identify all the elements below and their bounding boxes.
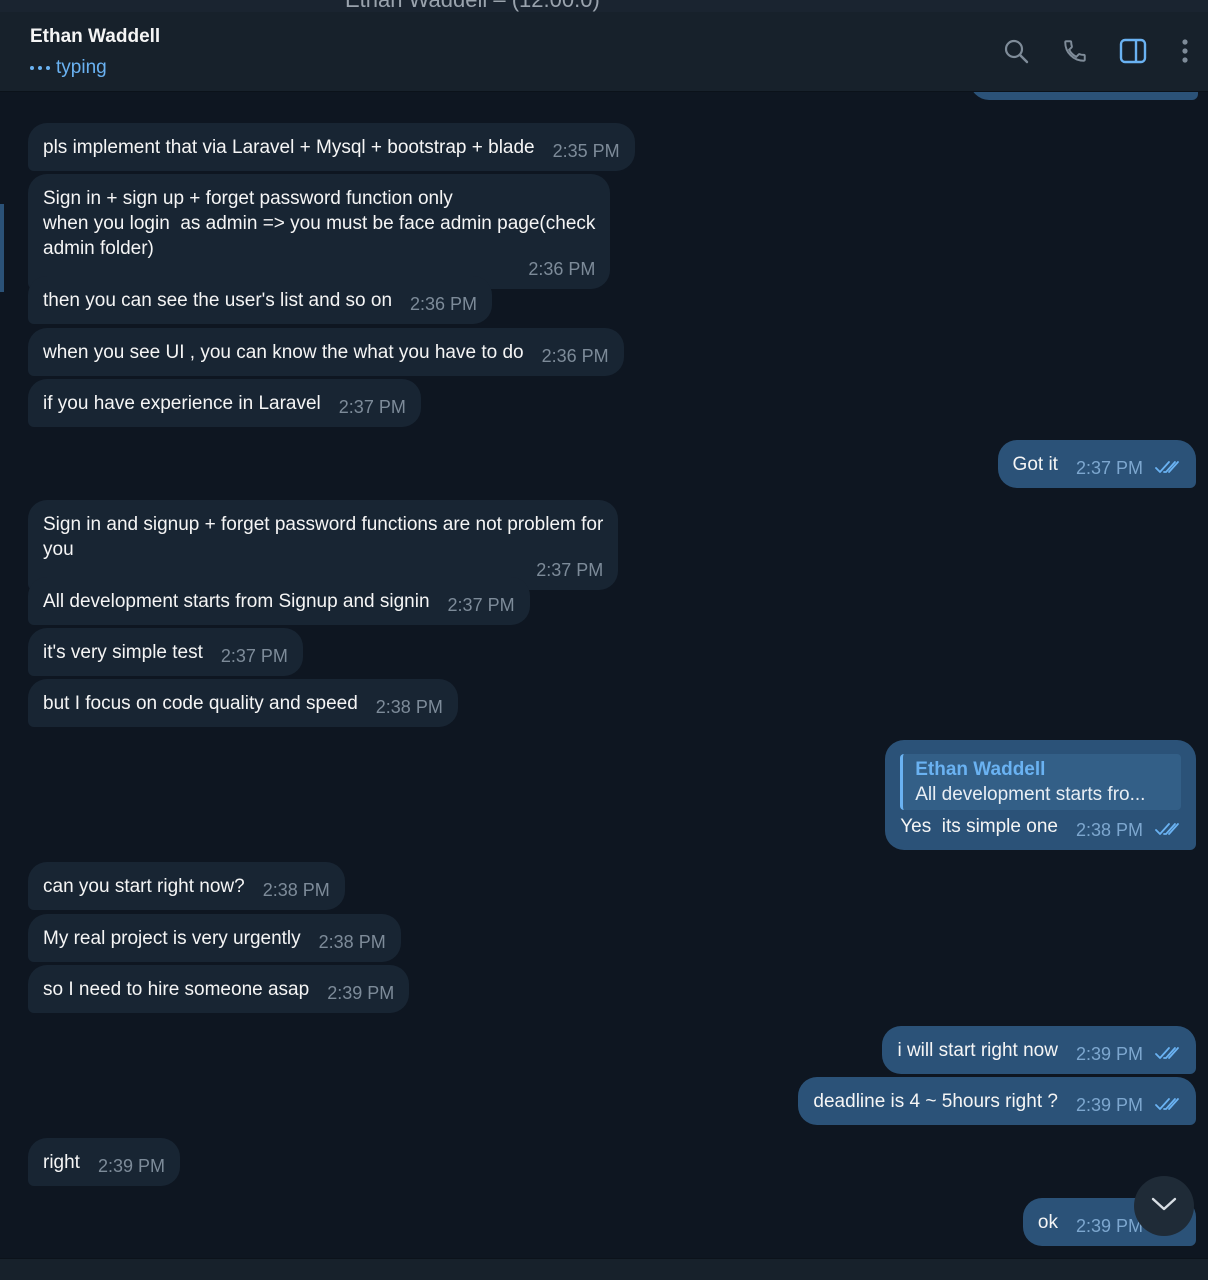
message-time: 2:39 PM [97, 1156, 166, 1176]
message-text: Sign in + sign up + forget password func… [43, 188, 596, 259]
message-meta: 2:39 PM [1076, 1044, 1181, 1064]
incoming-message[interactable]: Sign in + sign up + forget password func… [28, 174, 611, 289]
message-text: if you have experience in Laravel [43, 393, 321, 414]
message-time: 2:38 PM [375, 697, 443, 717]
typing-dots-icon [30, 66, 50, 70]
message-time: 2:37 PM [220, 646, 288, 666]
message-text: can you start right now? [43, 876, 245, 897]
outgoing-message[interactable]: i will start right now 2:39 PM [882, 1026, 1196, 1074]
scroll-down-button[interactable] [1134, 1176, 1194, 1236]
message-text: i will start right now [897, 1040, 1058, 1061]
message-time: 2:37 PM [1075, 458, 1143, 478]
message-time: 2:39 PM [1075, 1095, 1143, 1115]
message-meta: 2:35 PM [553, 141, 620, 161]
message-time: 2:38 PM [318, 932, 386, 952]
message-meta: 2:37 PM [339, 397, 406, 417]
message-meta: 2:38 PM [263, 880, 330, 900]
message-meta: 2:39 PM [98, 1156, 165, 1176]
search-icon[interactable] [1001, 36, 1031, 66]
message-text: when you see UI , you can know the what … [43, 342, 524, 363]
message-time: 2:39 PM [1075, 1044, 1143, 1064]
phone-icon[interactable] [1060, 36, 1090, 66]
outgoing-message[interactable]: Ethan Waddell All development starts fro.… [885, 740, 1196, 850]
message-time: 2:37 PM [536, 560, 604, 580]
message-time: 2:38 PM [1075, 820, 1143, 840]
reply-quote[interactable]: Ethan Waddell All development starts fro.… [900, 754, 1181, 810]
message-meta: 2:38 PM [319, 932, 386, 952]
message-meta: 2:37 PM [448, 595, 515, 615]
chat-header: Ethan Waddell typing [0, 12, 1208, 92]
message-text: so I need to hire someone asap [43, 979, 310, 1000]
message-text: but I focus on code quality and speed [43, 693, 358, 714]
message-text: deadline is 4 ~ 5hours right ? [813, 1091, 1058, 1112]
message-time: 2:37 PM [447, 595, 515, 615]
read-check-icon [1155, 1044, 1181, 1064]
message-time: 2:39 PM [327, 983, 395, 1003]
message-time: 2:35 PM [552, 141, 620, 161]
incoming-message[interactable]: so I need to hire someone asap 2:39 PM [28, 965, 410, 1013]
outgoing-message[interactable]: Got it 2:37 PM [997, 440, 1196, 488]
message-meta: 2:39 PM [327, 983, 394, 1003]
message-meta: 2:36 PM [542, 346, 609, 366]
window-title-bar: Ethan Waddell – (12.00.0) [0, 0, 1208, 12]
message-text: right [43, 1152, 80, 1173]
incoming-message[interactable]: when you see UI , you can know the what … [28, 328, 624, 376]
message-meta: 2:39 PM [1076, 1095, 1181, 1115]
reply-author: Ethan Waddell [915, 759, 1046, 780]
message-time: 2:37 PM [338, 397, 406, 417]
incoming-message[interactable]: then you can see the user's list and so … [28, 276, 493, 324]
message-text: pls implement that via Laravel + Mysql +… [43, 137, 535, 158]
read-check-icon [1155, 1095, 1181, 1115]
outgoing-message[interactable]: deadline is 4 ~ 5hours right ? 2:39 PM [798, 1077, 1196, 1125]
incoming-message[interactable]: pls implement that via Laravel + Mysql +… [28, 123, 635, 171]
incoming-message[interactable]: All development starts from Signup and s… [28, 577, 530, 625]
telegram-window: Ethan Waddell – (12.00.0) Ethan Waddell … [0, 0, 1208, 1280]
typing-status: typing [30, 57, 107, 79]
message-time: 2:36 PM [541, 346, 609, 366]
incoming-message[interactable]: if you have experience in Laravel 2:37 PM [28, 379, 421, 427]
reply-text: All development starts fro... [915, 784, 1146, 805]
message-meta: 2:37 PM [221, 646, 288, 666]
message-text: it's very simple test [43, 642, 203, 663]
message-text: Got it [1012, 454, 1058, 475]
message-time: 2:36 PM [410, 294, 478, 314]
incoming-message[interactable]: right 2:39 PM [28, 1138, 181, 1186]
contact-name[interactable]: Ethan Waddell [30, 26, 160, 48]
message-text: All development starts from Signup and s… [43, 591, 430, 612]
outgoing-message[interactable]: checking2:34 PM [969, 92, 1198, 100]
message-meta: 2:37 PM [1076, 458, 1181, 478]
message-time: 2:38 PM [262, 880, 330, 900]
message-text: My real project is very urgently [43, 928, 301, 949]
message-meta: 2:36 PM [410, 294, 477, 314]
sidebar-toggle-icon[interactable] [1118, 36, 1148, 66]
more-vert-icon[interactable] [1170, 36, 1200, 66]
message-time: 2:36 PM [528, 259, 596, 279]
message-meta: 2:38 PM [376, 697, 443, 717]
incoming-message[interactable]: can you start right now? 2:38 PM [28, 862, 345, 910]
chevron-down-icon [1150, 1196, 1178, 1217]
incoming-message[interactable]: My real project is very urgently 2:38 PM [28, 914, 401, 962]
message-list[interactable]: checking2:34 PM pls implement that via La… [0, 92, 1208, 1256]
message-text: Sign in and signup + forget password fun… [43, 514, 604, 560]
message-text: then you can see the user's list and so … [43, 290, 393, 311]
message-text: Yes its simple one [900, 816, 1058, 837]
message-time: 2:39 PM [1075, 1216, 1143, 1236]
incoming-message[interactable]: it's very simple test 2:37 PM [28, 628, 303, 676]
message-composer[interactable] [0, 1258, 1208, 1280]
incoming-message[interactable]: but I focus on code quality and speed 2:3… [28, 679, 458, 727]
message-meta: 2:38 PM [1076, 820, 1181, 840]
status-text: typing [56, 57, 107, 78]
read-check-icon [1155, 458, 1181, 478]
message-text: ok [1037, 1212, 1058, 1233]
window-title: Ethan Waddell – (12.00.0) [345, 0, 600, 12]
read-check-icon [1155, 820, 1181, 840]
